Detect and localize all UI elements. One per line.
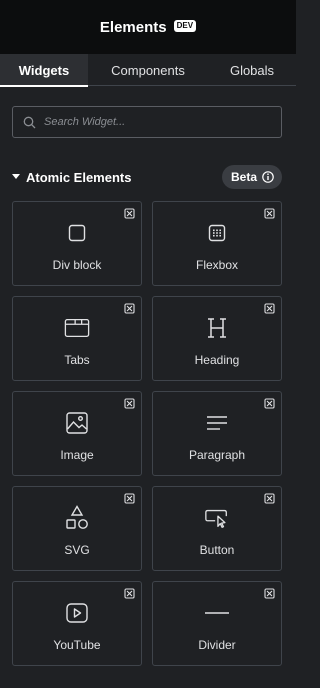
search-box (12, 106, 282, 138)
section-title: Atomic Elements (26, 169, 132, 185)
beta-badge[interactable]: Beta (221, 165, 282, 189)
tabs-icon (64, 316, 90, 340)
atomic-badge-icon (264, 208, 275, 219)
info-icon (262, 171, 274, 183)
atomic-badge-icon (124, 303, 135, 314)
widget-label: Button (199, 543, 235, 557)
widget-label: Heading (194, 353, 240, 367)
widget-card-divider[interactable]: Divider (152, 581, 282, 666)
tab-components[interactable]: Components (88, 54, 208, 86)
atomic-badge-icon (124, 208, 135, 219)
heading-icon (204, 316, 230, 340)
widget-label: Tabs (64, 353, 90, 367)
panel-title: Elements (99, 18, 167, 36)
widget-card-flexbox[interactable]: Flexbox (152, 201, 282, 286)
atomic-badge-icon (264, 493, 275, 504)
flexbox-icon (204, 221, 230, 245)
youtube-icon (64, 601, 90, 625)
atomic-badge-icon (124, 588, 135, 599)
button-cursor-icon (204, 506, 230, 530)
tab-bar: Widgets Components Globals (0, 54, 296, 87)
widget-label: Image (60, 448, 94, 462)
widget-label: Paragraph (188, 448, 246, 462)
widget-label: Divider (198, 638, 236, 652)
widget-grid: Div block Flexbox Tabs Heading Image Par… (12, 201, 282, 666)
widget-card-svg[interactable]: SVG (12, 486, 142, 571)
tab-widgets[interactable]: Widgets (0, 54, 88, 87)
widget-card-image[interactable]: Image (12, 391, 142, 476)
tab-globals[interactable]: Globals (208, 54, 296, 86)
section-header: Atomic Elements Beta (12, 165, 282, 189)
widget-card-button[interactable]: Button (152, 486, 282, 571)
caret-down-icon (12, 174, 20, 179)
widget-card-tabs[interactable]: Tabs (12, 296, 142, 381)
atomic-badge-icon (264, 398, 275, 409)
atomic-badge-icon (264, 588, 275, 599)
dev-badge: DEV (173, 19, 197, 32)
widget-label: Div block (52, 258, 102, 272)
widget-card-youtube[interactable]: YouTube (12, 581, 142, 666)
widget-card-heading[interactable]: Heading (152, 296, 282, 381)
div-block-icon (64, 221, 90, 245)
divider-icon (204, 601, 230, 625)
widget-label: YouTube (53, 638, 101, 652)
widget-card-paragraph[interactable]: Paragraph (152, 391, 282, 476)
panel-header: Elements DEV (0, 0, 296, 54)
atomic-badge-icon (264, 303, 275, 314)
widget-label: SVG (64, 543, 90, 557)
search-icon (23, 116, 36, 128)
widget-label: Flexbox (195, 258, 239, 272)
svg-shapes-icon (64, 505, 90, 530)
atomic-badge-icon (124, 493, 135, 504)
paragraph-icon (204, 411, 230, 435)
beta-label: Beta (230, 170, 257, 184)
widget-card-div-block[interactable]: Div block (12, 201, 142, 286)
atomic-badge-icon (124, 398, 135, 409)
section-toggle[interactable]: Atomic Elements (12, 170, 131, 185)
search-input[interactable] (44, 116, 264, 128)
image-icon (64, 411, 90, 435)
